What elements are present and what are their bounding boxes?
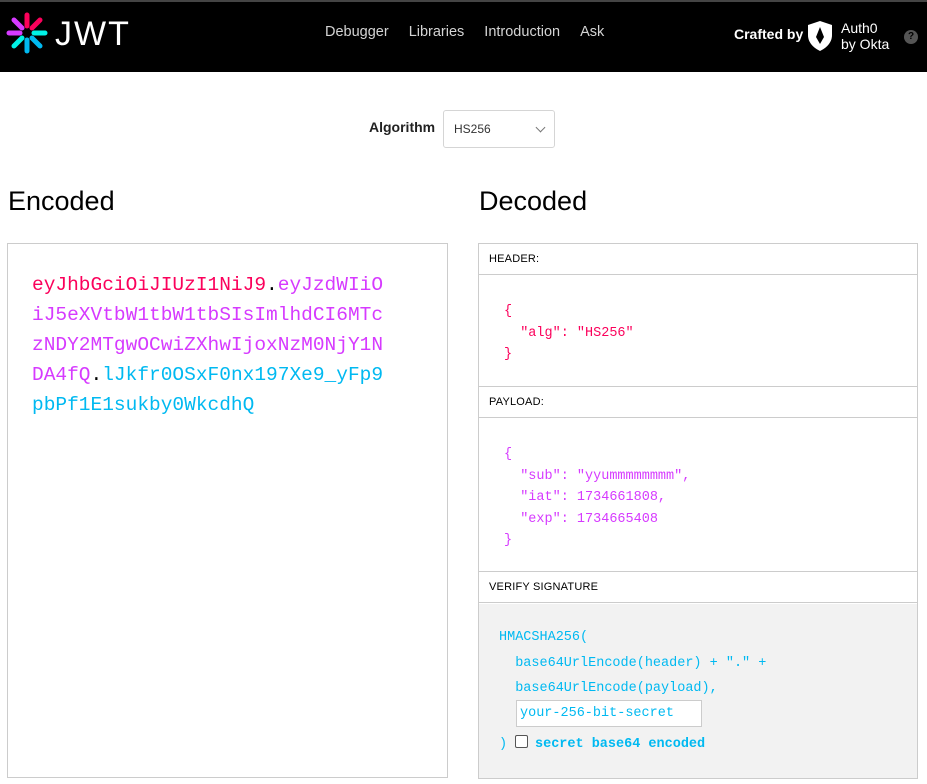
base64-checkbox-label[interactable]: secret base64 encoded [535, 732, 705, 758]
close-paren: ) [499, 737, 508, 752]
help-icon[interactable]: ? [904, 30, 918, 44]
code-line: HMACSHA256( [499, 630, 589, 645]
code-line: base64UrlEncode(header) + "." + [499, 655, 767, 671]
jwt-logo-icon[interactable] [6, 12, 48, 54]
secret-input[interactable] [516, 700, 702, 727]
auth0-shield-icon[interactable] [806, 20, 834, 52]
decoded-title: Decoded [479, 186, 588, 216]
code-line: { [504, 304, 513, 319]
main-nav: Debugger Libraries Introduction Ask [325, 24, 624, 40]
verify-section-label: VERIFY SIGNATURE [479, 572, 917, 603]
code-line: "exp": 1734665408 [504, 511, 658, 527]
code-line: "sub": "yyummmmmmmm", [504, 468, 691, 484]
code-line: "iat": 1734661808, [504, 490, 667, 505]
encoded-token-editor[interactable]: eyJhbGciOiJIUzI1NiJ9.eyJzdWIiOiJ5eXVtbW1… [7, 243, 448, 778]
code-line: { [504, 447, 513, 462]
base64-checkbox[interactable] [515, 735, 528, 748]
crafted-by-label: Crafted by [734, 26, 804, 42]
token-dot: . [266, 274, 278, 296]
encoded-title: Encoded [8, 186, 115, 216]
algorithm-select[interactable]: HS256 [443, 110, 555, 148]
header-json-editor[interactable]: { "alg": "HS256" } [479, 276, 917, 387]
nav-debugger[interactable]: Debugger [325, 24, 389, 40]
code-line: } [504, 533, 513, 548]
algorithm-selected-value: HS256 [454, 122, 491, 136]
code-line: "alg": "HS256" [504, 325, 634, 341]
decoded-panel: HEADER: { "alg": "HS256" } PAYLOAD: { "s… [478, 243, 918, 779]
verify-signature-body: HMACSHA256( base64UrlEncode(header) + ".… [479, 604, 917, 778]
auth0-brand[interactable]: Auth0 by Okta [841, 20, 889, 52]
top-navbar: JWT Debugger Libraries Introduction Ask … [0, 0, 927, 72]
nav-libraries[interactable]: Libraries [409, 24, 465, 40]
code-line: } [504, 347, 513, 362]
header-section-label: HEADER: [479, 244, 917, 275]
encoded-token-text[interactable]: eyJhbGciOiJIUzI1NiJ9.eyJzdWIiOiJ5eXVtbW1… [32, 270, 392, 420]
algorithm-label: Algorithm [369, 119, 436, 135]
auth0-line2: by Okta [841, 36, 890, 52]
token-header-part: eyJhbGciOiJIUzI1NiJ9 [32, 274, 267, 296]
jwt-wordmark[interactable]: JWT [55, 14, 131, 54]
payload-json-editor[interactable]: { "sub": "yyummmmmmmm", "iat": 173466180… [479, 419, 917, 572]
auth0-line1: Auth0 [841, 20, 878, 36]
token-dot: . [90, 364, 103, 386]
chevron-down-icon [535, 122, 546, 133]
nav-ask[interactable]: Ask [580, 24, 604, 40]
code-line: base64UrlEncode(payload), [499, 681, 718, 696]
nav-introduction[interactable]: Introduction [484, 24, 560, 40]
payload-section-label: PAYLOAD: [479, 387, 917, 418]
